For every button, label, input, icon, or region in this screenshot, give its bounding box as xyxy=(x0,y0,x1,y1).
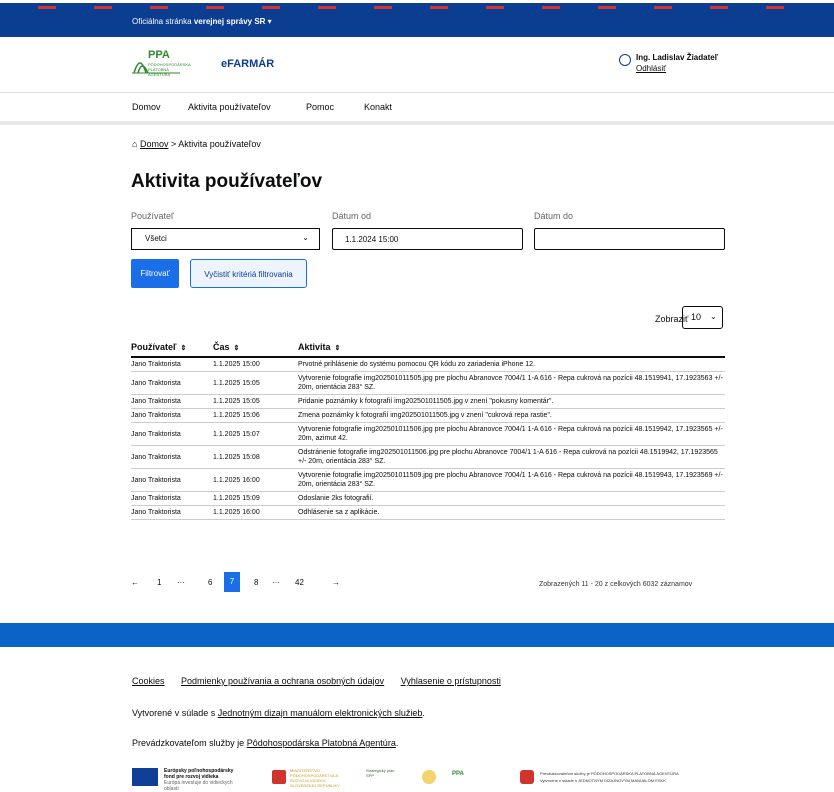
accessibility-link[interactable]: Vyhlasenie o prístupnosti xyxy=(401,676,501,686)
chevron-down-icon: ⌄ xyxy=(710,312,717,321)
main-nav: Domov Aktivita používateľov Pomoc Konakt xyxy=(0,93,834,125)
government-topbar: Oficiálna stránka verejnej správy SR ▾ xyxy=(0,0,834,37)
site-header: PPA PÔDOHOSPODÁRSKA PLATOBNÁ AGENTÚRA eF… xyxy=(0,37,834,93)
ministry-logo: MINISTERSTVO PÔDOHOSPODÁRSTVA A ROZVOJA … xyxy=(290,768,340,788)
column-header-user[interactable]: Používateľ ⇕ xyxy=(131,338,213,358)
page-link[interactable]: 1 xyxy=(157,578,161,587)
chevron-down-icon: ▾ xyxy=(267,17,272,26)
date-to-input[interactable] xyxy=(534,228,725,250)
nav-item-contact[interactable]: Konakt xyxy=(364,102,392,112)
table-row: Jano Traktorista 1.1.2025 15:08 Odstráneni… xyxy=(131,445,725,469)
filter-button[interactable]: Filtrovať xyxy=(131,259,179,288)
page-ellipsis: ··· xyxy=(272,578,280,587)
column-header-activity[interactable]: Aktivita ⇕ xyxy=(298,338,725,358)
logo-subtitle: PÔDOHOSPODÁRSKA PLATOBNÁ AGENTÚRA xyxy=(148,62,191,77)
sort-icon[interactable]: ⇕ xyxy=(335,345,341,352)
page-link[interactable]: 8 xyxy=(254,578,258,587)
breadcrumb: ⌂ Domov > Aktivita používateľov xyxy=(132,139,261,149)
table-row: Jano Traktorista 1.1.2025 15:00 Prvotné pr… xyxy=(131,357,725,372)
agency-logo: Prevádzkovateľom služby je PÔDOHOSPODÁRS… xyxy=(540,771,679,783)
user-name: Ing. Ladislav Žiadateľ xyxy=(636,53,718,62)
sort-icon[interactable]: ⇕ xyxy=(180,345,186,352)
nav-item-help[interactable]: Pomoc xyxy=(306,102,334,112)
table-row: Jano Traktorista 1.1.2025 15:06 Zmena pozn… xyxy=(131,408,725,423)
activity-table: Používateľ ⇕ Čas ⇕ Aktivita ⇕ Jano Traktori… xyxy=(131,338,725,520)
strategic-plan-logo: Strategický plán SPP xyxy=(366,768,395,778)
table-row: Jano Traktorista 1.1.2025 15:05 Vytvorenie… xyxy=(131,371,725,395)
breadcrumb-current: Aktivita používateľov xyxy=(178,139,261,149)
logo-text: PPA xyxy=(148,49,170,61)
logout-link[interactable]: Odhlásiť xyxy=(636,64,666,73)
page-size-select[interactable]: 10 ⌄ xyxy=(682,306,723,329)
wheat-icon xyxy=(422,770,436,784)
date-to-label: Dátum do xyxy=(534,211,574,221)
footer-operator-note: Prevádzkovateľom služby je Pôdohospodárs… xyxy=(132,738,399,748)
eu-fund-logo: Európsky poľnohospodársky fond pre rozvo… xyxy=(164,768,234,792)
breadcrumb-separator: > xyxy=(170,139,177,149)
official-site-toggle[interactable]: Oficiálna stránka verejnej správy SR ▾ xyxy=(132,17,272,26)
eu-flag-icon xyxy=(132,768,158,786)
page-link[interactable]: 42 xyxy=(295,578,304,587)
table-row: Jano Traktorista 1.1.2025 15:05 Pridanie p… xyxy=(131,394,725,409)
page-title: Aktivita používateľov xyxy=(131,171,323,192)
footer-band xyxy=(0,623,834,647)
table-row: Jano Traktorista 1.1.2025 15:07 Vytvorenie… xyxy=(131,422,725,446)
date-from-label: Dátum od xyxy=(332,211,372,221)
table-row: Jano Traktorista 1.1.2025 15:09 Odoslanie … xyxy=(131,491,725,506)
column-header-time[interactable]: Čas ⇕ xyxy=(213,338,298,358)
breadcrumb-home[interactable]: Domov xyxy=(140,139,169,149)
home-icon: ⌂ xyxy=(132,139,138,149)
prev-page-icon[interactable]: ← xyxy=(131,578,139,587)
page-ellipsis: ··· xyxy=(177,578,185,587)
user-icon xyxy=(619,54,631,66)
ppa-logo-small: PPA xyxy=(452,771,464,777)
user-filter-label: Používateľ xyxy=(131,211,174,221)
page-link[interactable]: 6 xyxy=(208,578,212,587)
clear-filters-button[interactable]: Vyčistiť kritériá filtrovania xyxy=(190,259,307,288)
chevron-down-icon: ⌄ xyxy=(302,233,309,242)
user-filter-select[interactable]: Všetci ⌄ xyxy=(131,228,320,250)
results-summary: Zobrazených 11 - 20 z celkových 6032 záz… xyxy=(539,581,693,588)
footer-links: Cookies Podmienky používania a ochrana o… xyxy=(132,676,515,686)
table-row: Jano Traktorista 1.1.2025 16:00 Vytvorenie… xyxy=(131,468,725,492)
page-link-active[interactable]: 7 xyxy=(224,572,240,592)
terms-link[interactable]: Podmienky používania a ochrana osobných … xyxy=(181,676,384,686)
partner-logos: Európsky poľnohospodársky fond pre rozvo… xyxy=(132,768,726,792)
cookies-link[interactable]: Cookies xyxy=(132,676,165,686)
footer-design-note: Vytvorené v súlade s Jednotným dizajn ma… xyxy=(132,708,425,718)
agency-icon xyxy=(520,770,534,784)
sort-icon[interactable]: ⇕ xyxy=(234,345,240,352)
table-row: Jano Traktorista 1.1.2025 16:00 Odhlásenie… xyxy=(131,505,725,520)
nav-item-activity[interactable]: Aktivita používateľov xyxy=(188,102,271,112)
slovak-coat-of-arms-icon xyxy=(272,770,286,784)
flag-stripe xyxy=(0,0,834,9)
design-manual-link[interactable]: Jednotným dizajn manuálom elektronických… xyxy=(218,708,423,718)
operator-link[interactable]: Pôdohospodárska Platobná Agentúra xyxy=(247,738,396,748)
app-name[interactable]: eFARMÁR xyxy=(221,58,274,70)
nav-item-home[interactable]: Domov xyxy=(132,102,161,112)
next-page-icon[interactable]: → xyxy=(332,578,340,587)
date-from-input[interactable]: 1.1.2024 15:00 xyxy=(332,228,523,250)
